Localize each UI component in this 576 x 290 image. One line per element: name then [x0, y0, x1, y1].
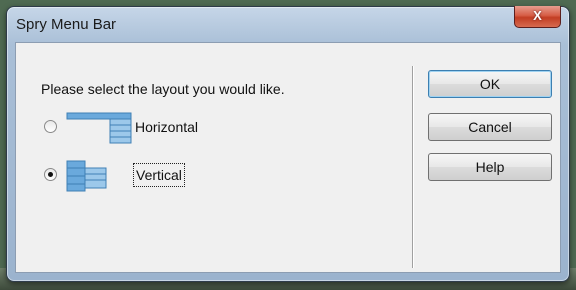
radio-selected-dot	[48, 172, 53, 177]
close-button[interactable]: X	[514, 6, 561, 28]
help-button[interactable]: Help	[428, 153, 552, 181]
vertical-layout-icon	[66, 160, 107, 192]
dialog-window: Spry Menu Bar X Please select the layout…	[6, 6, 570, 282]
option-vertical-label: Vertical	[133, 163, 185, 187]
option-horizontal-label: Horizontal	[135, 119, 199, 135]
vertical-radio[interactable]	[44, 168, 57, 181]
dialog-body: Please select the layout you would like.…	[15, 42, 561, 273]
option-horizontal[interactable]: Horizontal	[44, 112, 224, 144]
cancel-button[interactable]: Cancel	[428, 113, 552, 141]
close-icon: X	[533, 8, 542, 23]
layout-prompt: Please select the layout you would like.	[41, 81, 285, 97]
divider	[412, 66, 413, 268]
horizontal-radio[interactable]	[44, 120, 57, 133]
ok-button[interactable]: OK	[428, 70, 552, 98]
window-title: Spry Menu Bar	[16, 16, 117, 33]
title-bar[interactable]: Spry Menu Bar X	[7, 6, 569, 41]
horizontal-layout-icon	[66, 112, 132, 144]
option-vertical[interactable]: Vertical	[44, 160, 224, 192]
